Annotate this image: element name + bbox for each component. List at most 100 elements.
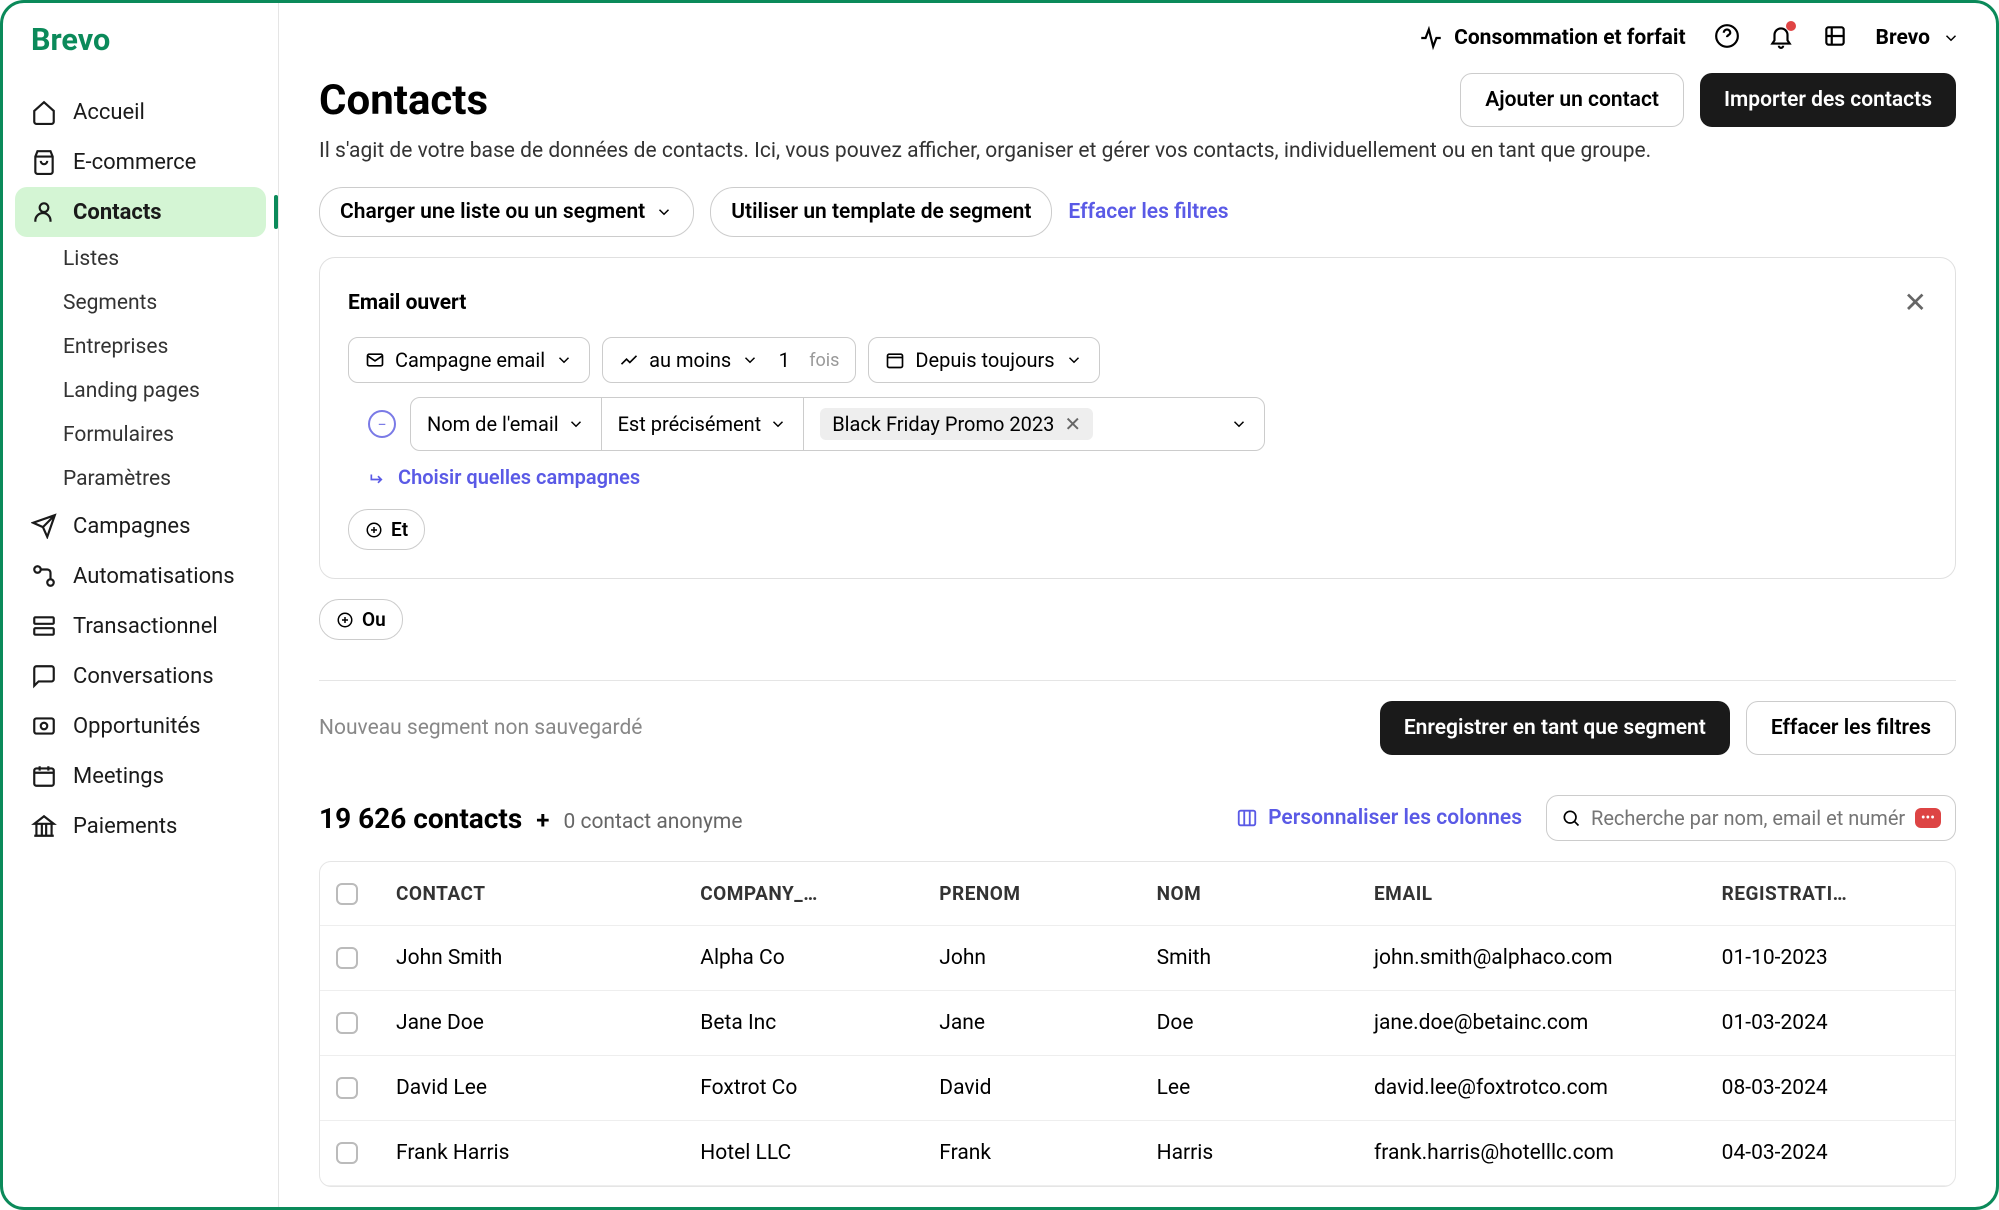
row-checkbox[interactable] bbox=[336, 1012, 358, 1034]
sidebar-item-transactionnel[interactable]: Transactionnel bbox=[3, 601, 278, 651]
since-dropdown[interactable]: Depuis toujours bbox=[868, 337, 1099, 383]
profile-name: Brevo bbox=[1876, 26, 1930, 50]
table-row[interactable]: John Smith Alpha Co John Smith john.smit… bbox=[320, 926, 1955, 991]
col-nom[interactable]: NOM bbox=[1157, 882, 1374, 905]
clear-filters-link[interactable]: Effacer les filtres bbox=[1068, 200, 1228, 224]
sidebar-item-opportunites[interactable]: Opportunités bbox=[3, 701, 278, 751]
at-least-control[interactable]: au moins fois bbox=[602, 337, 856, 383]
chevron-down-icon bbox=[1065, 351, 1083, 369]
cell-reg: 01-10-2023 bbox=[1722, 946, 1939, 970]
value-chip: Black Friday Promo 2023 ✕ bbox=[820, 408, 1093, 440]
brand-logo[interactable]: Brevo bbox=[3, 23, 278, 87]
load-list-dropdown[interactable]: Charger une liste ou un segment bbox=[319, 187, 694, 237]
consumption-link[interactable]: Consommation et forfait bbox=[1418, 25, 1685, 51]
return-arrow-icon bbox=[368, 467, 388, 487]
cell-prenom: Jane bbox=[939, 1011, 1156, 1035]
since-label: Depuis toujours bbox=[915, 348, 1054, 372]
cell-contact: Jane Doe bbox=[396, 1011, 700, 1035]
col-contact[interactable]: CONTACT bbox=[396, 882, 700, 905]
cell-prenom: David bbox=[939, 1076, 1156, 1100]
help-button[interactable] bbox=[1714, 23, 1740, 53]
sidebar-item-label: Automatisations bbox=[73, 564, 235, 589]
svg-text:Brevo: Brevo bbox=[31, 23, 110, 58]
sidebar-item-conversations[interactable]: Conversations bbox=[3, 651, 278, 701]
cell-prenom: Frank bbox=[939, 1141, 1156, 1165]
add-and-condition[interactable]: Et bbox=[348, 509, 425, 550]
choose-campaigns-link[interactable]: Choisir quelles campagnes bbox=[368, 465, 1927, 489]
campaign-type-dropdown[interactable]: Campagne email bbox=[348, 337, 590, 383]
add-or-condition[interactable]: Ou bbox=[319, 599, 403, 640]
user-icon bbox=[31, 199, 57, 225]
pulse-icon bbox=[1418, 25, 1444, 51]
home-icon bbox=[31, 99, 57, 125]
cell-reg: 04-03-2024 bbox=[1722, 1141, 1939, 1165]
customize-columns-button[interactable]: Personnaliser les colonnes bbox=[1236, 806, 1522, 830]
sidebar-sub-formulaires[interactable]: Formulaires bbox=[63, 413, 278, 457]
sidebar-sub-segments[interactable]: Segments bbox=[63, 281, 278, 325]
server-icon bbox=[31, 613, 57, 639]
sidebar-item-label: Paiements bbox=[73, 814, 177, 839]
field-name-dropdown[interactable]: Nom de l'email bbox=[411, 398, 602, 450]
col-company[interactable]: COMPANY_… bbox=[700, 882, 939, 905]
table-header: CONTACT COMPANY_… PRENOM NOM EMAIL REGIS… bbox=[320, 862, 1955, 926]
row-checkbox[interactable] bbox=[336, 947, 358, 969]
remove-condition-button[interactable]: − bbox=[368, 410, 396, 438]
remove-chip-button[interactable]: ✕ bbox=[1064, 412, 1081, 436]
col-email[interactable]: EMAIL bbox=[1374, 882, 1722, 905]
sidebar-item-label: Opportunités bbox=[73, 714, 200, 739]
field-name-label: Nom de l'email bbox=[427, 412, 559, 436]
notifications-button[interactable] bbox=[1768, 23, 1794, 53]
sidebar-item-campagnes[interactable]: Campagnes bbox=[3, 501, 278, 551]
close-filter-button[interactable]: ✕ bbox=[1904, 286, 1927, 319]
campaign-type-label: Campagne email bbox=[395, 348, 545, 372]
topbar: Consommation et forfait Brevo bbox=[279, 3, 1996, 73]
sidebar-item-automatisations[interactable]: Automatisations bbox=[3, 551, 278, 601]
main: Consommation et forfait Brevo Contacts A… bbox=[279, 3, 1996, 1207]
search-input[interactable] bbox=[1591, 806, 1905, 830]
search-box[interactable]: ••• bbox=[1546, 795, 1956, 841]
operator-dropdown[interactable]: Est précisément bbox=[602, 398, 805, 450]
sidebar-item-label: E-commerce bbox=[73, 150, 196, 175]
sidebar-sub-landing[interactable]: Landing pages bbox=[63, 369, 278, 413]
clear-filters-button[interactable]: Effacer les filtres bbox=[1746, 701, 1956, 755]
value-select[interactable]: Black Friday Promo 2023 ✕ bbox=[804, 398, 1264, 450]
apps-button[interactable] bbox=[1822, 23, 1848, 53]
or-label: Ou bbox=[362, 608, 386, 631]
table-row[interactable]: David Lee Foxtrot Co David Lee david.lee… bbox=[320, 1056, 1955, 1121]
trend-icon bbox=[619, 350, 639, 370]
sidebar-item-accueil[interactable]: Accueil bbox=[3, 87, 278, 137]
use-template-button[interactable]: Utiliser un template de segment bbox=[710, 187, 1052, 237]
sidebar-item-contacts[interactable]: Contacts bbox=[15, 187, 266, 237]
filter-panel: Email ouvert ✕ Campagne email au moins f… bbox=[319, 257, 1956, 579]
chevron-down-icon bbox=[555, 351, 573, 369]
cell-contact: John Smith bbox=[396, 946, 700, 970]
calendar-icon bbox=[885, 350, 905, 370]
sidebar-item-ecommerce[interactable]: E-commerce bbox=[3, 137, 278, 187]
table-row[interactable]: Jane Doe Beta Inc Jane Doe jane.doe@beta… bbox=[320, 991, 1955, 1056]
row-checkbox[interactable] bbox=[336, 1142, 358, 1164]
cell-email: david.lee@foxtrotco.com bbox=[1374, 1076, 1722, 1100]
at-least-label: au moins bbox=[649, 348, 731, 372]
sidebar-sub-listes[interactable]: Listes bbox=[63, 237, 278, 281]
sidebar-sub-parametres[interactable]: Paramètres bbox=[63, 457, 278, 501]
row-checkbox[interactable] bbox=[336, 1077, 358, 1099]
count-input[interactable] bbox=[769, 348, 799, 372]
col-registration[interactable]: REGISTRATI… bbox=[1722, 882, 1939, 905]
save-segment-button[interactable]: Enregistrer en tant que segment bbox=[1380, 701, 1730, 755]
table-row[interactable]: Frank Harris Hotel LLC Frank Harris fran… bbox=[320, 1121, 1955, 1186]
sidebar-item-meetings[interactable]: Meetings bbox=[3, 751, 278, 801]
profile-menu[interactable]: Brevo bbox=[1876, 26, 1960, 50]
cell-contact: Frank Harris bbox=[396, 1141, 700, 1165]
add-contact-button[interactable]: Ajouter un contact bbox=[1460, 73, 1684, 127]
sidebar-item-label: Campagnes bbox=[73, 514, 190, 539]
sidebar-item-paiements[interactable]: Paiements bbox=[3, 801, 278, 851]
sidebar-sub-entreprises[interactable]: Entreprises bbox=[63, 325, 278, 369]
select-all-checkbox[interactable] bbox=[336, 883, 358, 905]
cell-nom: Lee bbox=[1157, 1076, 1374, 1100]
col-prenom[interactable]: PRENOM bbox=[939, 882, 1156, 905]
import-contacts-button[interactable]: Importer des contacts bbox=[1700, 73, 1956, 127]
operator-label: Est précisément bbox=[618, 412, 762, 436]
cell-nom: Doe bbox=[1157, 1011, 1374, 1035]
sidebar-item-label: Transactionnel bbox=[73, 614, 218, 639]
chevron-down-icon bbox=[655, 203, 673, 221]
